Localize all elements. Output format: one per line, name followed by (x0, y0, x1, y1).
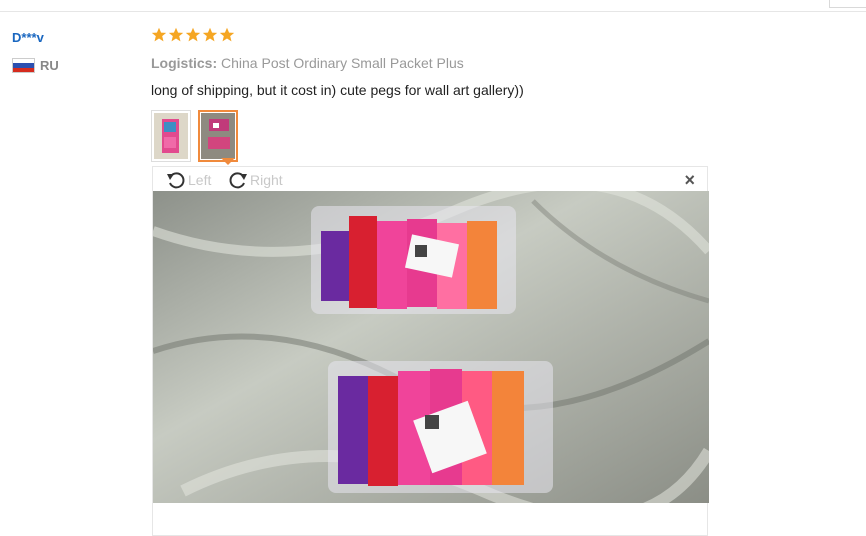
peg-packet-upper (311, 206, 516, 314)
logistics-info: Logistics: China Post Ordinary Small Pac… (151, 55, 464, 71)
rotate-right-button[interactable]: Right (227, 169, 283, 191)
top-right-control[interactable] (829, 0, 866, 8)
star-rating (151, 27, 235, 43)
reviewer-name[interactable]: D***v (12, 30, 44, 45)
thumbnail-pointer (221, 158, 235, 165)
close-icon[interactable]: × (684, 171, 695, 189)
rotate-left-button[interactable]: Left (165, 169, 211, 191)
reviewer-country: RU (12, 58, 59, 73)
star-icon (185, 27, 201, 42)
photo-thumbnail-1[interactable] (151, 110, 191, 162)
rotate-right-label: Right (250, 172, 283, 188)
country-code: RU (40, 58, 59, 73)
star-icon (151, 27, 167, 42)
review-photo (153, 191, 709, 503)
star-icon (219, 27, 235, 42)
logistics-label: Logistics: (151, 55, 218, 71)
peg-packet-lower (328, 361, 553, 493)
rotate-right-icon (229, 172, 247, 189)
photo-thumbnail-2[interactable] (198, 110, 238, 162)
star-icon (168, 27, 184, 42)
rotate-left-label: Left (188, 172, 212, 188)
logistics-value: China Post Ordinary Small Packet Plus (221, 55, 464, 71)
photo-viewer: Left Right × (152, 166, 709, 536)
review-comment: long of shipping, but it cost in) cute p… (151, 82, 524, 98)
photo-thumbnails (151, 110, 238, 162)
star-icon (202, 27, 218, 42)
flag-ru-icon (12, 58, 35, 73)
viewer-toolbar: Left Right × (153, 167, 707, 191)
rotate-left-icon (167, 172, 185, 189)
top-divider (0, 11, 866, 12)
